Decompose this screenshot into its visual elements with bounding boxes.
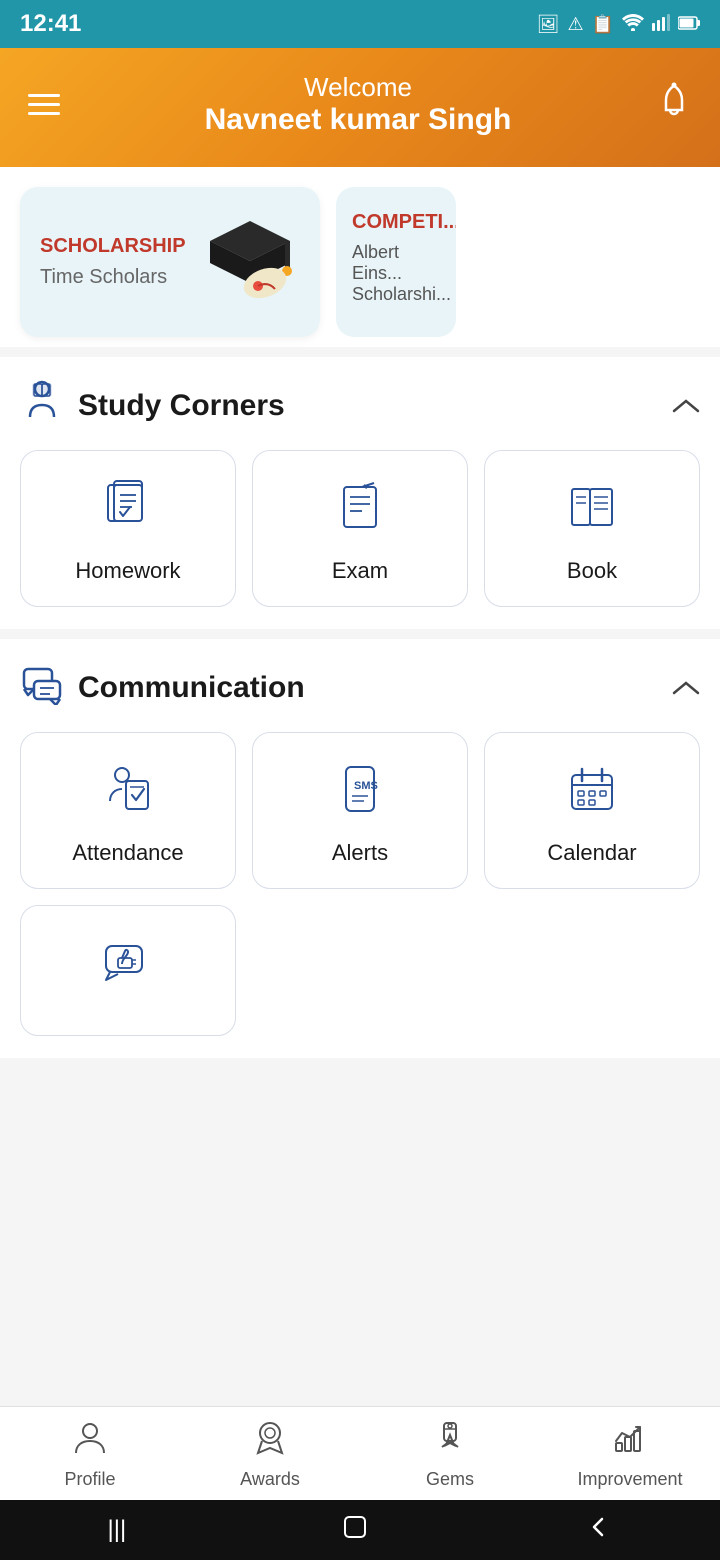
signal-icon <box>652 13 670 36</box>
svg-text:SMS: SMS <box>354 780 378 792</box>
nav-gems[interactable]: Gems <box>390 1419 510 1490</box>
feedback-icon <box>100 934 156 999</box>
alerts-icon: SMS <box>332 761 388 826</box>
cards-section: SCHOLARSHIP Time Scholars COMPETI... Alb… <box>0 167 720 347</box>
communication-title: Communication <box>78 671 305 705</box>
nav-profile[interactable]: Profile <box>30 1419 150 1490</box>
alerts-item[interactable]: SMS Alerts <box>252 732 468 889</box>
android-nav-bar: ||| <box>0 1500 720 1560</box>
study-corners-header[interactable]: Study Corners <box>20 357 700 450</box>
homework-icon <box>100 479 156 544</box>
header-text: Welcome Navneet kumar Singh <box>205 72 512 137</box>
book-label: Book <box>567 558 617 584</box>
competition-card[interactable]: COMPETI... Albert Eins...Scholarshi... <box>336 187 456 337</box>
exam-label: Exam <box>332 558 388 584</box>
book-item[interactable]: Book <box>484 450 700 607</box>
competition-sub: Albert Eins...Scholarshi... <box>352 242 440 305</box>
nav-improvement[interactable]: Improvement <box>570 1419 690 1490</box>
warning-icon: ⚠ <box>567 14 583 35</box>
awards-nav-icon <box>252 1419 288 1463</box>
doc-icon: 📋 <box>592 14 614 35</box>
bottom-nav: Profile Awards Gems <box>0 1406 720 1500</box>
study-corners-grid: Homework Exam <box>20 450 700 629</box>
gems-nav-label: Gems <box>426 1469 474 1490</box>
alerts-label: Alerts <box>332 840 388 866</box>
android-recents-btn[interactable]: ||| <box>108 1516 127 1544</box>
communication-chevron <box>672 672 700 704</box>
study-corners-title: Study Corners <box>78 389 285 423</box>
status-time: 12:41 <box>20 10 81 38</box>
calendar-item[interactable]: Calendar <box>484 732 700 889</box>
communication-section: Communication <box>0 639 720 1058</box>
battery-icon <box>678 14 700 35</box>
book-icon <box>564 479 620 544</box>
scholarship-image <box>200 211 300 313</box>
status-icons: 🖼 ⚠ 📋 <box>537 13 700 36</box>
menu-button[interactable] <box>28 94 60 115</box>
user-name: Navneet kumar Singh <box>205 103 512 137</box>
communication-grid: Attendance SMS Alerts <box>20 732 700 1058</box>
calendar-icon <box>564 761 620 826</box>
communication-icon <box>20 661 64 714</box>
study-corners-chevron <box>672 390 700 422</box>
attendance-icon <box>100 761 156 826</box>
improvement-nav-label: Improvement <box>577 1469 682 1490</box>
exam-icon <box>332 479 388 544</box>
awards-nav-label: Awards <box>240 1469 300 1490</box>
exam-item[interactable]: Exam <box>252 450 468 607</box>
profile-nav-icon <box>72 1419 108 1463</box>
study-icon <box>20 379 64 432</box>
scholarship-card[interactable]: SCHOLARSHIP Time Scholars <box>20 187 320 337</box>
scholarship-sub: Time Scholars <box>40 266 186 289</box>
android-back-btn[interactable] <box>584 1513 612 1548</box>
homework-item[interactable]: Homework <box>20 450 236 607</box>
nav-awards[interactable]: Awards <box>210 1419 330 1490</box>
status-bar: 12:41 🖼 ⚠ 📋 <box>0 0 720 48</box>
improvement-nav-icon <box>612 1419 648 1463</box>
competition-label: COMPETI... <box>352 211 440 234</box>
bell-button[interactable] <box>656 82 692 128</box>
communication-header[interactable]: Communication <box>20 639 700 732</box>
study-corners-section: Study Corners <box>0 357 720 629</box>
gems-nav-icon <box>432 1419 468 1463</box>
header: Welcome Navneet kumar Singh <box>0 48 720 167</box>
android-home-btn[interactable] <box>341 1513 369 1548</box>
attendance-label: Attendance <box>72 840 183 866</box>
scholarship-label: SCHOLARSHIP <box>40 235 186 258</box>
wifi-icon <box>622 13 644 36</box>
homework-label: Homework <box>75 558 180 584</box>
calendar-label: Calendar <box>547 840 636 866</box>
gallery-icon: 🖼 <box>537 14 560 35</box>
profile-nav-label: Profile <box>64 1469 115 1490</box>
welcome-text: Welcome <box>205 72 512 103</box>
attendance-item[interactable]: Attendance <box>20 732 236 889</box>
feedback-item[interactable] <box>20 905 236 1036</box>
